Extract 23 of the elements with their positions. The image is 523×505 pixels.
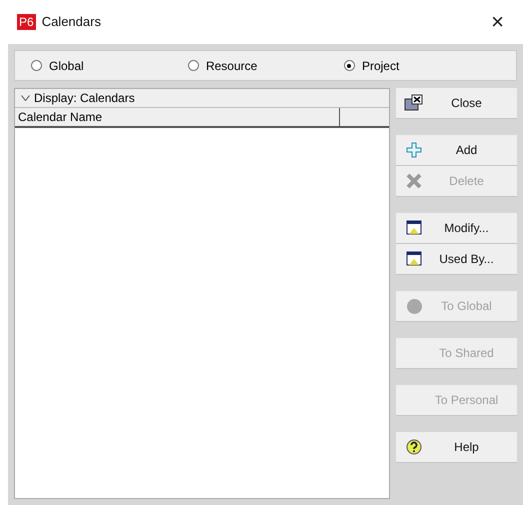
help-icon (406, 439, 422, 455)
radio-option[interactable]: Global (31, 56, 188, 74)
display-label: Display: Calendars (34, 90, 135, 107)
window-icon (406, 220, 422, 236)
window-icon (406, 251, 422, 267)
chevron-down-icon (21, 95, 30, 101)
window-title: Calendars (42, 13, 101, 32)
close-button[interactable]: × (491, 11, 506, 33)
action-button[interactable]: Used By... (396, 244, 517, 275)
radio-option[interactable]: Project (344, 56, 500, 74)
radio-button[interactable] (188, 60, 199, 71)
action-button[interactable]: Add (396, 135, 517, 166)
radio-button[interactable] (31, 60, 42, 71)
x-icon (406, 173, 422, 189)
app-logo: P6 (17, 14, 36, 30)
action-button[interactable]: Modify... (396, 213, 517, 244)
action-button[interactable]: Help (396, 432, 517, 463)
action-button[interactable]: Close (396, 88, 517, 119)
display-bar[interactable]: Display: Calendars (15, 89, 389, 108)
radio-option[interactable]: Resource (188, 56, 344, 74)
radio-button[interactable] (344, 60, 355, 71)
plus-icon (406, 142, 422, 158)
window-close-icon (404, 94, 424, 112)
